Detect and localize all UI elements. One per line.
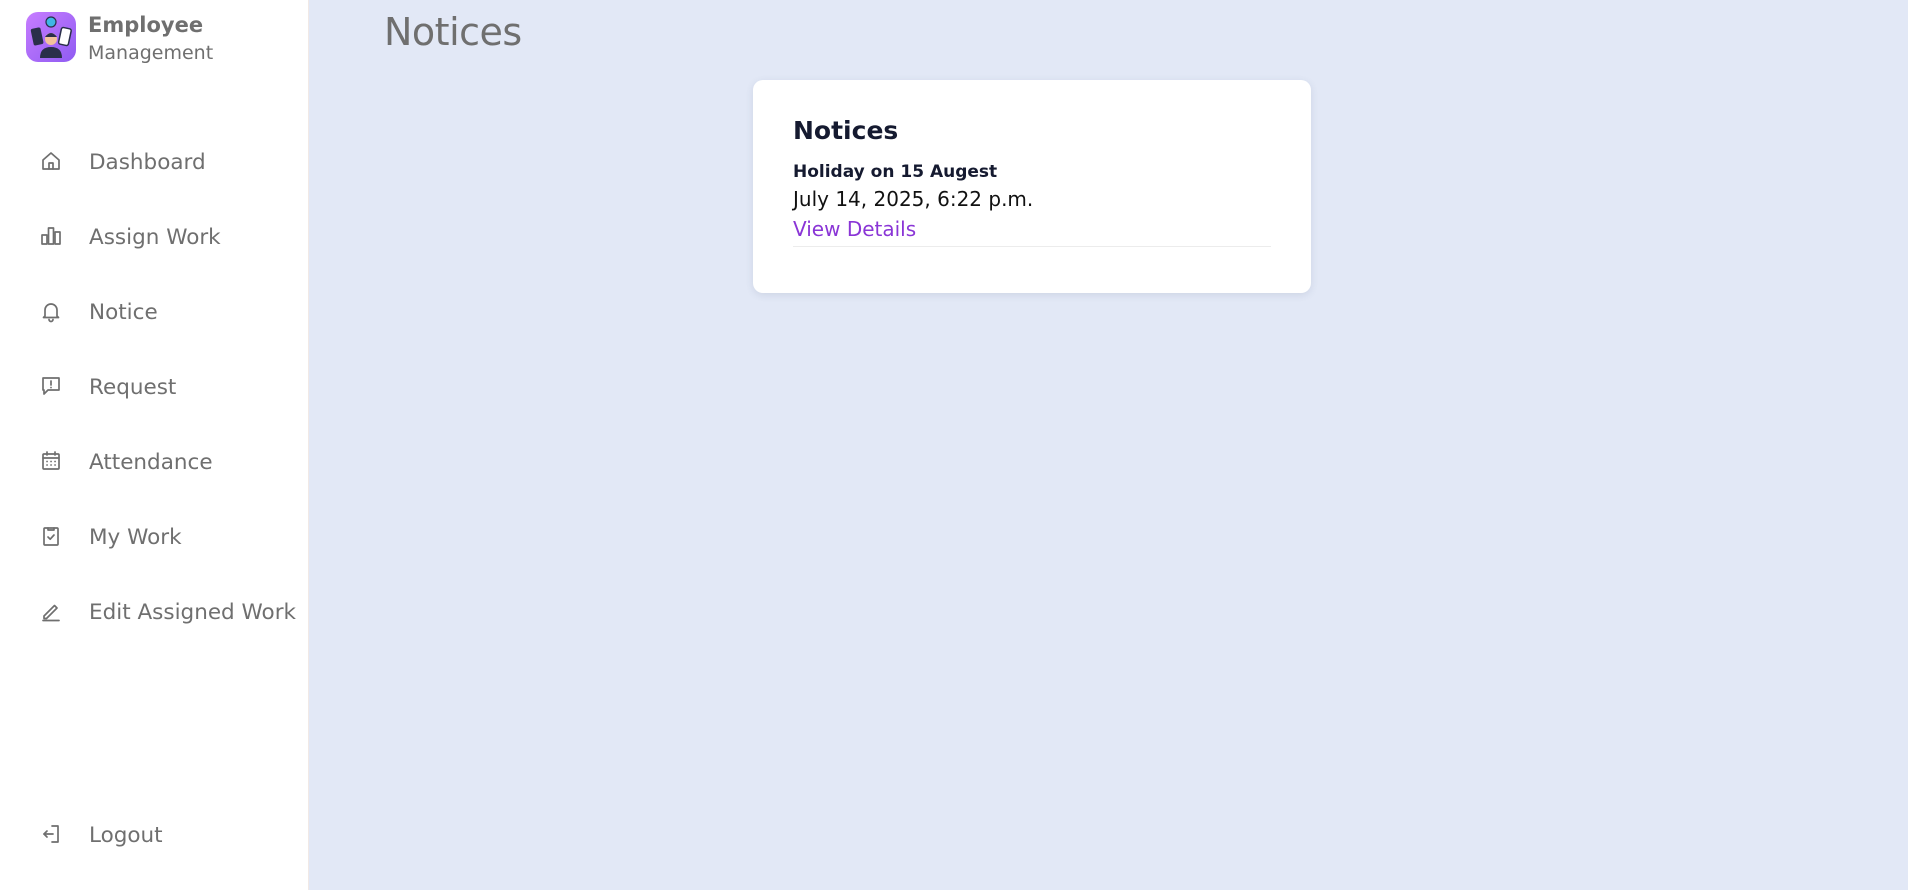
notice-date: July 14, 2025, 6:22 p.m. [793, 187, 1034, 211]
view-details-link[interactable]: View Details [793, 217, 916, 241]
notice-title: Holiday on 15 Augest [793, 162, 998, 182]
sidebar-nav: Dashboard Assign Work Notice Request Att… [0, 125, 309, 650]
sidebar-item-notice[interactable]: Notice [0, 275, 309, 350]
clipboard-check-icon [39, 524, 63, 552]
sidebar-item-my-work[interactable]: My Work [0, 500, 309, 575]
sidebar-item-label: Notice [89, 300, 158, 325]
sidebar: Employee Management Dashboard Assign Wor… [0, 0, 309, 890]
notices-card: Notices Holiday on 15 Augest July 14, 20… [753, 80, 1311, 293]
list-item: Holiday on 15 Augest July 14, 2025, 6:22… [793, 160, 1271, 247]
sidebar-item-request[interactable]: Request [0, 350, 309, 425]
logout-icon [39, 822, 63, 850]
brand-title: Employee [88, 13, 204, 37]
logout-label: Logout [89, 823, 163, 848]
sidebar-item-attendance[interactable]: Attendance [0, 425, 309, 500]
sidebar-item-label: Dashboard [89, 150, 206, 175]
employee-logo-icon [26, 12, 76, 62]
logout-button[interactable]: Logout [0, 798, 309, 873]
card-title: Notices [793, 116, 899, 145]
calendar-icon [39, 449, 63, 477]
bar-chart-icon [39, 224, 63, 252]
sidebar-item-dashboard[interactable]: Dashboard [0, 125, 309, 200]
bell-icon [39, 299, 63, 327]
sidebar-item-label: Request [89, 375, 177, 400]
brand-subtitle: Management [88, 42, 214, 64]
pencil-icon [39, 599, 63, 627]
home-icon [39, 149, 63, 177]
brand[interactable]: Employee Management [26, 12, 213, 68]
sidebar-item-assign-work[interactable]: Assign Work [0, 200, 309, 275]
sidebar-item-label: Edit Assigned Work [89, 600, 296, 625]
page-title: Notices [384, 10, 522, 54]
sidebar-item-edit-assigned-work[interactable]: Edit Assigned Work [0, 575, 309, 650]
sidebar-item-label: My Work [89, 525, 182, 550]
message-alert-icon [39, 374, 63, 402]
sidebar-item-label: Attendance [89, 450, 213, 475]
sidebar-item-label: Assign Work [89, 225, 221, 250]
